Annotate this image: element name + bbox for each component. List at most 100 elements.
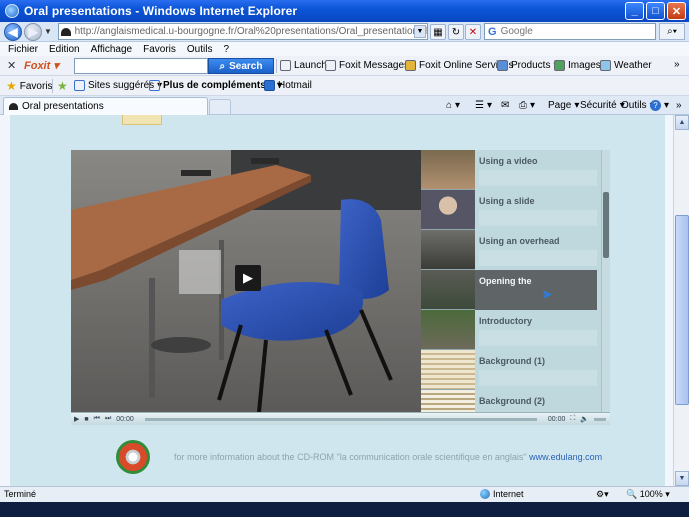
foxit-weather[interactable]: Weather	[600, 60, 652, 71]
foxit-products[interactable]: Products ▾	[497, 60, 559, 71]
foxit-messages[interactable]: Foxit Messages	[325, 60, 409, 71]
securite-menu-label: Sécurité	[580, 100, 617, 111]
playlist-item-label: Using a video	[479, 156, 538, 166]
minimize-button[interactable]: _	[625, 2, 644, 20]
address-bar[interactable]: http://anglaismedical.u-bourgogne.fr/Ora…	[58, 23, 428, 40]
next-icon[interactable]: ⏭	[105, 415, 111, 423]
home-icon: ⌂	[446, 100, 453, 111]
stop-icon[interactable]: ■	[84, 416, 88, 423]
playlist-item[interactable]: Background (1)	[421, 350, 597, 390]
zoom-level[interactable]: 🔍 100% ▾	[626, 489, 670, 500]
status-bar: Terminé Internet ⚙▾ 🔍 100% ▾	[0, 486, 689, 502]
search-input[interactable]	[500, 26, 641, 37]
forward-button[interactable]: ▶	[24, 23, 42, 41]
page-menu[interactable]: Page ▾	[548, 100, 579, 111]
favorites-label: Favoris	[19, 80, 53, 92]
menu-fichier[interactable]: Fichier	[8, 44, 38, 55]
playlist-item[interactable]: Using an overhead	[421, 230, 597, 270]
scroll-up-icon[interactable]: ▲	[675, 115, 689, 130]
footer-info: for more information about the CD-ROM "l…	[174, 452, 527, 462]
printer-icon: ⎙	[519, 100, 527, 111]
playlist-item[interactable]: Background (2)	[421, 390, 597, 412]
securite-menu[interactable]: Sécurité ▾	[580, 100, 625, 111]
stop-icon[interactable]: ✕	[465, 24, 481, 40]
menu-favoris[interactable]: Favoris	[143, 44, 176, 55]
tab-oral-presentations[interactable]: Oral presentations	[3, 97, 208, 115]
play-icon[interactable]: ▶	[74, 415, 79, 423]
address-dropdown-icon[interactable]: ▼	[414, 25, 426, 38]
address-url[interactable]: http://anglaismedical.u-bourgogne.fr/Ora…	[75, 26, 427, 37]
scroll-down-icon[interactable]: ▼	[675, 471, 689, 486]
security-zone[interactable]: Internet	[480, 489, 524, 499]
magnifier-icon: ⌕	[219, 60, 226, 72]
search-box[interactable]: G	[484, 23, 656, 40]
foxit-images[interactable]: Images	[554, 60, 601, 71]
page-scrollbar[interactable]: ▲ ▼	[673, 115, 689, 486]
toolbar-close-icon[interactable]: ✕	[7, 59, 16, 72]
site-favicon-icon	[61, 27, 71, 36]
prev-icon[interactable]: ⏮	[94, 415, 100, 423]
products-icon	[497, 60, 508, 71]
seek-bar[interactable]	[144, 417, 537, 421]
scroll-thumb[interactable]	[675, 215, 689, 405]
thumbnail	[421, 310, 475, 350]
favorites-button[interactable]: ★ Favoris	[6, 79, 53, 93]
playlist-item[interactable]: Using a slide	[421, 190, 597, 230]
foxit-logo[interactable]: Foxit ▾	[24, 59, 59, 72]
protected-mode-icon[interactable]: ⚙▾	[596, 489, 609, 500]
help-button[interactable]: ? ▾	[650, 100, 669, 111]
print-button[interactable]: ⎙ ▾	[519, 100, 535, 111]
feeds-button[interactable]: ☰ ▾	[475, 100, 492, 111]
weather-icon	[600, 60, 611, 71]
mail-button[interactable]: ✉	[501, 100, 509, 111]
foxit-launch[interactable]: Launch	[280, 60, 327, 71]
add-favorite-button[interactable]: ★	[57, 79, 68, 93]
cursor-arrow-icon: ➤	[541, 286, 553, 302]
edulang-link[interactable]: www.edulang.com	[529, 452, 602, 462]
menu-outils[interactable]: Outils	[187, 44, 213, 55]
playlist-item-label: Introductory	[479, 316, 532, 326]
menu-help[interactable]: ?	[223, 44, 229, 55]
more-commands-icon[interactable]: »	[676, 100, 682, 111]
favorites-bar: ★ Favoris ★ Sites suggérés ▾ Plus de com…	[0, 76, 689, 96]
video-frame[interactable]: ▶	[71, 150, 421, 412]
volume-icon[interactable]: 🔈	[580, 415, 589, 423]
playlist-scrollbar[interactable]	[601, 150, 610, 412]
playlist-item[interactable]: Using a video	[421, 150, 597, 190]
playlist-item-label: Using a slide	[479, 196, 535, 206]
tab-label: Oral presentations	[22, 101, 104, 112]
foxit-messages-label: Foxit Messages	[339, 60, 410, 71]
foxit-launch-label: Launch	[294, 60, 327, 71]
toolbar-options-icon[interactable]: »	[674, 59, 680, 70]
close-button[interactable]: ✕	[667, 2, 686, 20]
foxit-search-button[interactable]: ⌕ Search	[208, 58, 274, 74]
menu-affichage[interactable]: Affichage	[91, 44, 133, 55]
messages-icon	[325, 60, 336, 71]
volume-slider[interactable]	[594, 417, 606, 421]
menu-edition[interactable]: Edition	[49, 44, 80, 55]
foxit-images-label: Images	[568, 60, 601, 71]
compatibility-icon[interactable]: ▦	[430, 24, 446, 40]
foxit-products-label: Products	[511, 60, 551, 71]
foxit-search-input[interactable]	[74, 58, 208, 74]
fav-plus-de-complements[interactable]: Plus de compléments... ▾	[149, 80, 282, 91]
hotmail-icon	[264, 80, 275, 91]
playlist-item-label: Background (1)	[479, 356, 546, 366]
back-button[interactable]: ◀	[4, 23, 22, 41]
player-controls: ▶ ■ ⏮ ⏭ 00:00 00:00 ⛶ 🔈	[71, 412, 610, 425]
refresh-icon[interactable]: ↻	[448, 24, 464, 40]
maximize-button[interactable]: □	[646, 2, 665, 20]
star-icon: ★	[6, 79, 17, 93]
playlist-item[interactable]: Introductory	[421, 310, 597, 350]
history-dropdown-icon[interactable]: ▼	[44, 27, 52, 36]
playlist-item-active[interactable]: Opening the ➤	[421, 270, 597, 310]
foxit-search-label: Search	[229, 60, 263, 72]
ie-page-icon	[74, 80, 85, 91]
play-button[interactable]: ▶	[235, 265, 261, 291]
home-button[interactable]: ⌂ ▾	[446, 100, 460, 111]
new-tab-button[interactable]	[209, 99, 231, 114]
fav-hotmail[interactable]: Hotmail	[264, 80, 312, 91]
search-go-button[interactable]: ⌕▾	[659, 23, 685, 40]
fullscreen-icon[interactable]: ⛶	[570, 415, 575, 423]
zone-label: Internet	[493, 489, 524, 499]
